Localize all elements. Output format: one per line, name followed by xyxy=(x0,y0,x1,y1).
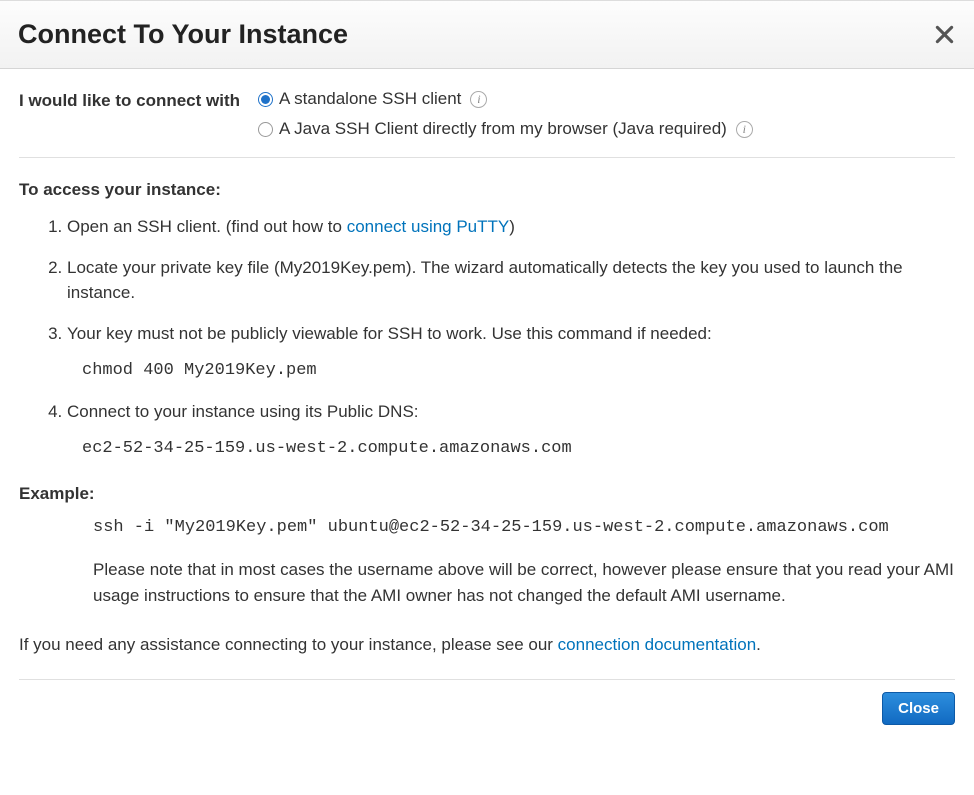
instruction-list: Open an SSH client. (find out how to con… xyxy=(19,214,955,462)
instruction-step-2: Locate your private key file (My2019Key.… xyxy=(67,255,955,306)
dialog-header: Connect To Your Instance xyxy=(0,0,974,69)
radio-option-standalone-ssh[interactable]: A standalone SSH client i xyxy=(258,89,753,109)
example-note: Please note that in most cases the usern… xyxy=(19,557,955,610)
chmod-command: chmod 400 My2019Key.pem xyxy=(67,358,955,384)
example-ssh-command: ssh -i "My2019Key.pem" ubuntu@ec2-52-34-… xyxy=(19,518,955,537)
instruction-step-1: Open an SSH client. (find out how to con… xyxy=(67,214,955,240)
close-icon[interactable] xyxy=(935,25,954,44)
connect-putty-link[interactable]: connect using PuTTY xyxy=(347,217,510,236)
connect-method-label: I would like to connect with xyxy=(19,89,240,111)
connect-method-row: I would like to connect with A standalon… xyxy=(19,89,955,158)
close-button[interactable]: Close xyxy=(882,692,955,725)
dialog-footer: Close xyxy=(0,680,974,739)
info-icon[interactable]: i xyxy=(736,121,753,138)
radio-label: A standalone SSH client xyxy=(279,89,461,109)
instruction-step-3: Your key must not be publicly viewable f… xyxy=(67,321,955,384)
instruction-step-4: Connect to your instance using its Publi… xyxy=(67,399,955,462)
radio-input[interactable] xyxy=(258,122,273,137)
radio-option-java-ssh[interactable]: A Java SSH Client directly from my brows… xyxy=(258,119,753,139)
connect-method-radio-group: A standalone SSH client i A Java SSH Cli… xyxy=(258,89,753,139)
radio-label: A Java SSH Client directly from my brows… xyxy=(279,119,727,139)
info-icon[interactable]: i xyxy=(470,91,487,108)
radio-input[interactable] xyxy=(258,92,273,107)
connection-documentation-link[interactable]: connection documentation xyxy=(558,635,756,654)
assistance-text: If you need any assistance connecting to… xyxy=(19,632,955,681)
public-dns: ec2-52-34-25-159.us-west-2.compute.amazo… xyxy=(67,436,955,462)
dialog-content: I would like to connect with A standalon… xyxy=(0,69,974,680)
dialog-title: Connect To Your Instance xyxy=(18,19,348,50)
access-heading: To access your instance: xyxy=(19,180,955,200)
example-heading: Example: xyxy=(19,484,955,504)
